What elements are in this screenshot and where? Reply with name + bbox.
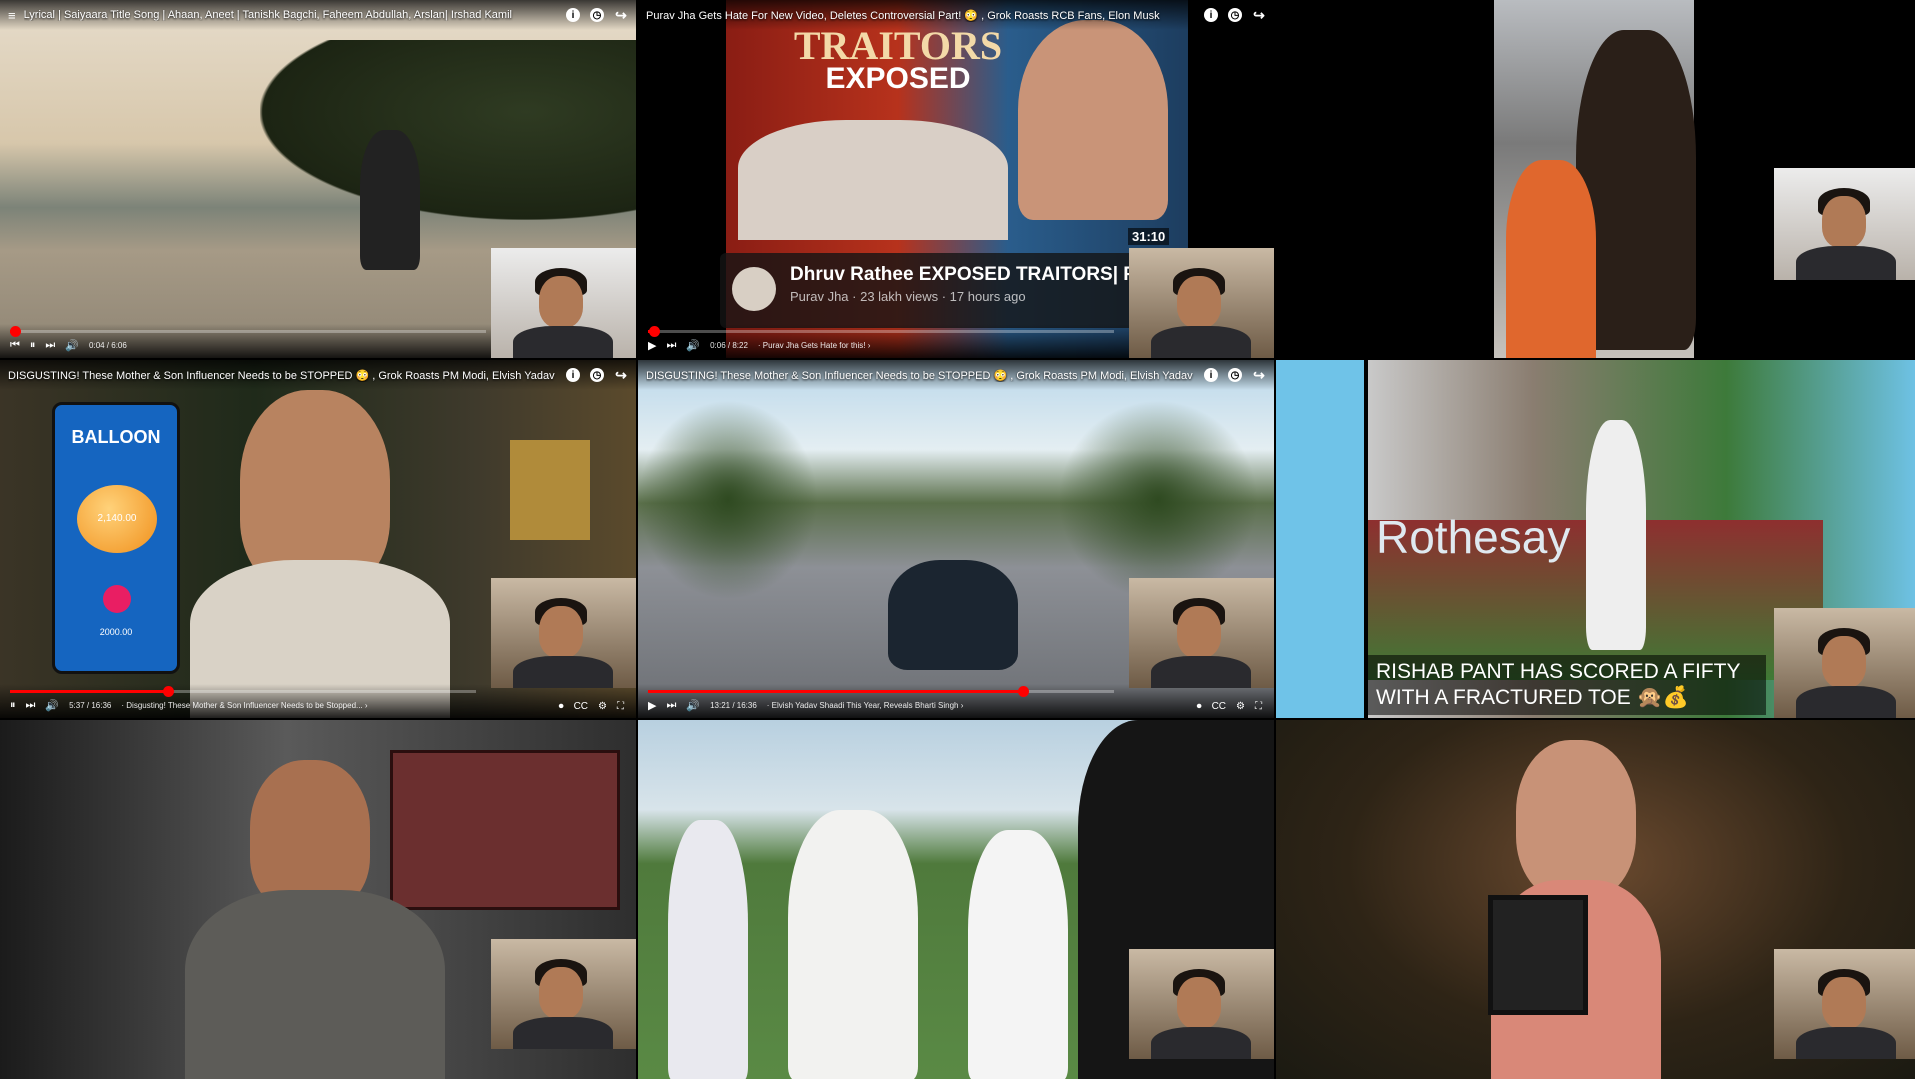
play-icon[interactable]: ▶ [648,699,656,712]
scrubber-handle[interactable] [648,326,660,337]
progress-fill [648,690,1023,693]
title-bar: ≡ Lyrical | Saiyaara Title Song | Ahaan,… [0,0,636,30]
title-bar: DISGUSTING! These Mother & Son Influence… [638,360,1274,390]
next-icon[interactable]: ⏭ [666,339,676,352]
thumb-headline-2: EXPOSED [825,62,971,95]
video-tile-6[interactable]: Rothesay RISHAB PANT HAS SCORED A FIFTY … [1276,360,1915,718]
pause-icon[interactable]: ⏸ [10,699,16,712]
settings-icon[interactable]: ⚙ [598,701,607,712]
video-title[interactable]: DISGUSTING! These Mother & Son Influence… [8,369,558,382]
video-card[interactable]: Dhruv Rathee EXPOSED TRAITORS| Purav Jha… [720,253,1180,328]
video-tile-9[interactable] [1276,720,1915,1079]
progress-bar[interactable] [10,326,486,337]
video-tile-5[interactable]: DISGUSTING! These Mother & Son Influence… [638,360,1274,718]
webcam-overlay [1129,578,1274,688]
info-icon[interactable]: i [1204,368,1218,382]
video-title[interactable]: Lyrical | Saiyaara Title Song | Ahaan, A… [24,9,558,21]
video-title[interactable]: Purav Jha Gets Hate For New Video, Delet… [646,9,1196,22]
fullscreen-icon[interactable]: ⛶ [617,701,624,712]
card-subtitle: Purav Jha · 23 lakh views · 17 hours ago [790,289,1026,304]
progress-bar[interactable] [648,326,1114,337]
bet-amount: 2000.00 [99,627,133,637]
volume-icon[interactable]: 🔊 [65,339,79,352]
scrubber-handle[interactable] [10,326,22,337]
clock-icon[interactable]: ◷ [590,368,604,382]
volume-icon[interactable]: 🔊 [686,339,700,352]
video-tile-4[interactable]: BALLOON 2,140.00 2000.00 DISGUSTING! The… [0,360,636,718]
video-tile-2[interactable]: TRAITORS EXPOSED 31:10 Purav Jha Gets Ha… [638,0,1274,358]
pump-button [103,585,131,613]
channel-avatar [732,267,776,311]
video-grid: ≡ Lyrical | Saiyaara Title Song | Ahaan,… [0,0,1915,1079]
webcam-overlay [1774,168,1915,280]
chapter-title[interactable]: · Disgusting! These Mother & Son Influen… [121,701,367,710]
video-tile-1[interactable]: ≡ Lyrical | Saiyaara Title Song | Ahaan,… [0,0,636,358]
stadium-board-text: Rothesay [1376,511,1571,563]
play-icon[interactable]: ▶ [648,339,656,352]
player-controls: ⏸ ⏭ 🔊 5:37 / 16:36 · Disgusting! These M… [0,684,636,718]
menu-icon[interactable]: ≡ [8,8,16,23]
clock-icon[interactable]: ◷ [1228,368,1242,382]
progress-bar[interactable] [648,686,1114,697]
video-tile-3[interactable] [1276,0,1915,358]
chapter-title[interactable]: · Elvish Yadav Shaadi This Year, Reveals… [767,701,964,710]
volume-icon[interactable]: 🔊 [686,699,700,712]
pause-icon[interactable]: ⏸ [30,339,36,352]
time-display: 5:37 / 16:36 [69,701,112,710]
webcam-overlay [491,248,636,358]
next-icon[interactable]: ⏭ [45,339,55,352]
captions-icon[interactable]: CC [1212,701,1226,712]
share-icon[interactable]: ↪ [1252,367,1266,383]
info-icon[interactable]: i [1204,8,1218,22]
captions-icon[interactable]: CC [574,701,588,712]
scrubber-handle[interactable] [162,686,174,697]
video-title[interactable]: DISGUSTING! These Mother & Son Influence… [646,369,1196,382]
phone-app-title: BALLOON [71,427,161,447]
clock-icon[interactable]: ◷ [590,8,604,22]
video-tile-8[interactable] [638,720,1274,1079]
info-icon[interactable]: i [566,8,580,22]
next-icon[interactable]: ⏭ [26,699,36,712]
time-display: 0:06 / 8:22 [710,341,748,350]
duration-badge: 31:10 [1128,228,1170,245]
video-tile-7[interactable] [0,720,636,1079]
autoplay-toggle[interactable]: ⏺ [1197,701,1202,712]
fullscreen-icon[interactable]: ⛶ [1255,701,1262,712]
time-display: 13:21 / 16:36 [710,701,757,710]
webcam-overlay [491,939,636,1049]
progress-fill [10,690,168,693]
webcam-overlay [491,578,636,688]
next-icon[interactable]: ⏭ [666,699,676,712]
share-icon[interactable]: ↪ [614,7,628,23]
webcam-overlay [1129,949,1274,1059]
phone-screen: BALLOON 2,140.00 2000.00 [52,402,180,674]
title-bar: DISGUSTING! These Mother & Son Influence… [0,360,636,390]
autoplay-toggle[interactable]: ⏺ [559,701,564,712]
clock-icon[interactable]: ◷ [1228,8,1242,22]
time-display: 0:04 / 6:06 [89,341,127,350]
settings-icon[interactable]: ⚙ [1236,701,1245,712]
progress-bar[interactable] [10,686,476,697]
player-controls: ▶ ⏭ 🔊 13:21 / 16:36 · Elvish Yadav Shaad… [638,684,1274,718]
card-title[interactable]: Dhruv Rathee EXPOSED TRAITORS| Purav Jha… [790,263,1170,286]
scrubber-handle[interactable] [1017,686,1029,697]
video-caption: RISHAB PANT HAS SCORED A FIFTY WITH A FR… [1366,655,1766,715]
previous-icon[interactable]: ⏮ [10,339,20,352]
balloon-value: 2,140.00 [77,485,157,553]
webcam-overlay [1774,608,1915,718]
share-icon[interactable]: ↪ [614,367,628,383]
info-icon[interactable]: i [566,368,580,382]
chapter-title[interactable]: · Purav Jha Gets Hate for this! › [758,341,870,350]
title-bar: Purav Jha Gets Hate For New Video, Delet… [638,0,1274,30]
webcam-overlay [1774,949,1915,1059]
webcam-overlay [1129,248,1274,358]
share-icon[interactable]: ↪ [1252,7,1266,23]
volume-icon[interactable]: 🔊 [45,699,59,712]
